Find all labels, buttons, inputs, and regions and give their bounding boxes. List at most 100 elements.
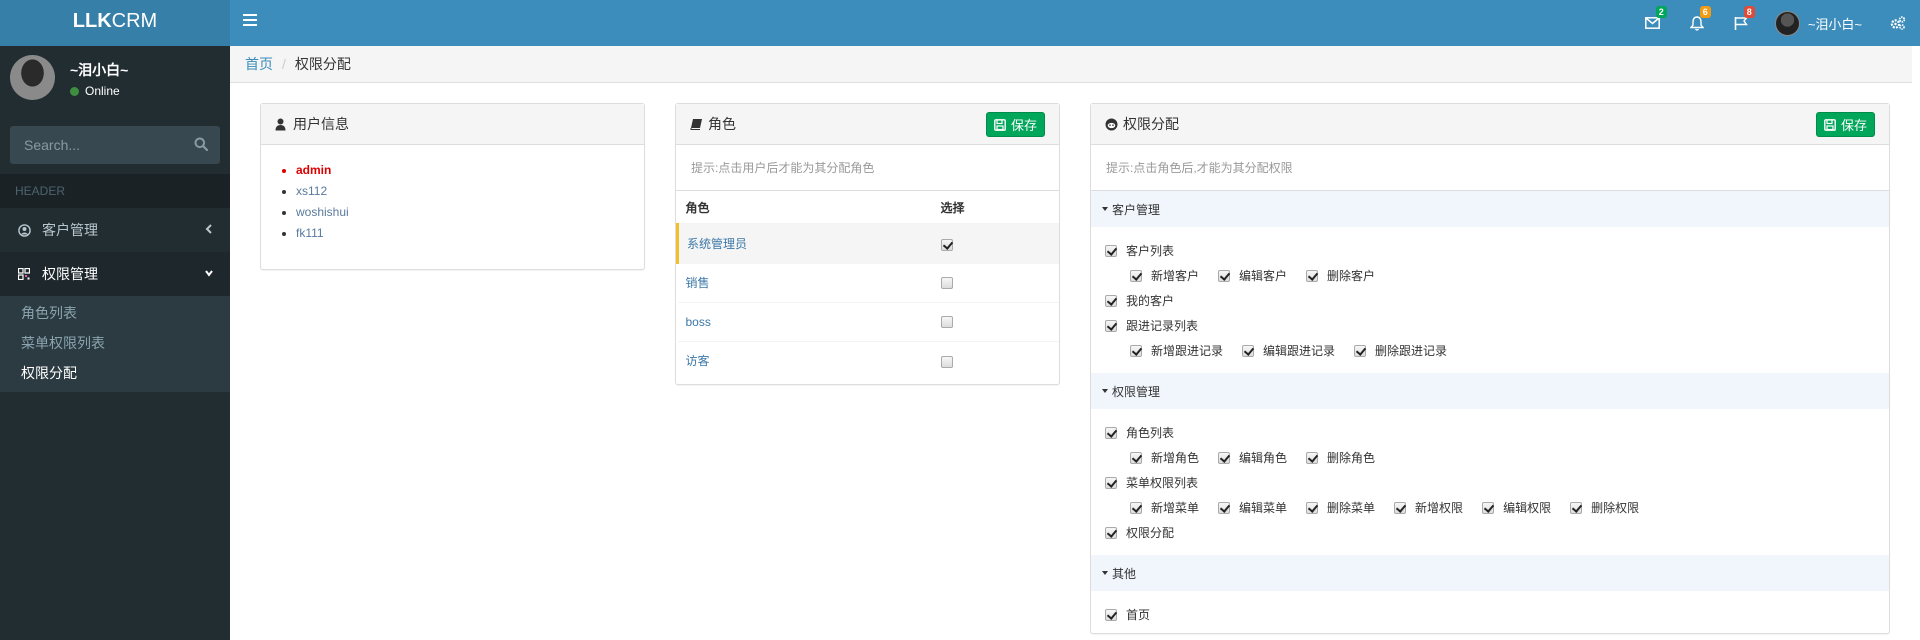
permission-checkbox[interactable]	[1218, 501, 1231, 514]
role-checkbox[interactable]	[940, 355, 953, 368]
permission-item[interactable]: 新增菜单	[1130, 499, 1199, 516]
permission-checkbox[interactable]	[1570, 501, 1583, 514]
permission-checkbox[interactable]	[1130, 501, 1142, 514]
permission-checkbox[interactable]	[1242, 344, 1255, 357]
permission-checkbox[interactable]	[1105, 244, 1117, 257]
permission-checkbox[interactable]	[1130, 269, 1142, 282]
breadcrumb-home-link[interactable]: 首页	[245, 54, 273, 74]
permission-item[interactable]: 新增客户	[1130, 267, 1199, 284]
permission-item[interactable]: 客户列表	[1105, 242, 1174, 259]
messages-button[interactable]: 2	[1631, 0, 1675, 46]
user-menu[interactable]: ~泪小白~	[1763, 0, 1876, 46]
permission-checkbox[interactable]	[1105, 608, 1117, 621]
caret-down-icon	[1102, 207, 1108, 211]
permission-checkbox[interactable]	[1130, 451, 1142, 464]
permission-item[interactable]: 新增跟进记录	[1130, 342, 1223, 359]
role-name[interactable]: 系统管理员	[676, 223, 933, 263]
save-roles-button[interactable]: 保存	[985, 112, 1045, 137]
notifications-button[interactable]: 6	[1675, 0, 1719, 46]
permission-panel: 权限分配 保存 提示:点击角色后,才能为其分配权限 客户管理 客户列表 新增客户 编辑…	[1090, 103, 1890, 634]
sidebar-section-header: HEADER	[0, 174, 230, 208]
user-icon	[275, 118, 288, 131]
permission-checkbox[interactable]	[1105, 476, 1117, 489]
permission-item[interactable]: 角色列表	[1105, 424, 1174, 441]
control-sidebar-button[interactable]	[1876, 0, 1920, 46]
permission-group-header[interactable]: 其他	[1091, 555, 1889, 591]
user-list-item[interactable]: admin	[296, 160, 644, 181]
role-select-cell	[932, 340, 1059, 380]
permission-item[interactable]: 删除权限	[1570, 499, 1639, 516]
permission-checkbox[interactable]	[1354, 344, 1367, 357]
permission-group-header[interactable]: 权限管理	[1091, 373, 1889, 409]
sidebar-item-role-list[interactable]: 角色列表	[0, 298, 230, 328]
table-row[interactable]: boss	[677, 301, 1059, 341]
permission-checkbox[interactable]	[1105, 319, 1117, 332]
permission-item[interactable]: 新增权限	[1394, 499, 1463, 516]
role-name[interactable]: 访客	[677, 340, 933, 380]
permission-checkbox[interactable]	[1218, 451, 1231, 464]
user-list-item[interactable]: xs112	[296, 181, 644, 202]
panel-heading: 用户信息	[261, 104, 644, 145]
role-name[interactable]: boss	[677, 301, 933, 341]
permission-item[interactable]: 删除菜单	[1306, 499, 1375, 516]
user-list-item[interactable]: fk111	[296, 223, 644, 244]
permission-item[interactable]: 删除跟进记录	[1354, 342, 1447, 359]
sidebar-item-permission-management[interactable]: 权限管理	[0, 252, 230, 296]
permission-item[interactable]: 跟进记录列表	[1105, 317, 1198, 334]
permission-checkbox[interactable]	[1306, 501, 1319, 514]
save-permissions-button[interactable]: 保存	[1815, 112, 1875, 137]
role-checkbox[interactable]	[940, 277, 953, 290]
permission-checkbox[interactable]	[1218, 269, 1231, 282]
roles-table: 角色 选择 系统管理员 销售 boss 访客	[676, 191, 1059, 380]
permission-row: 权限分配	[1105, 520, 1875, 545]
table-row[interactable]: 访客	[677, 340, 1059, 380]
permission-item[interactable]: 编辑角色	[1218, 449, 1287, 466]
permission-item[interactable]: 我的客户	[1105, 292, 1174, 309]
permission-item[interactable]: 权限分配	[1105, 524, 1174, 541]
search-input[interactable]	[10, 126, 220, 164]
table-row[interactable]: 销售	[677, 262, 1059, 302]
role-name[interactable]: 销售	[677, 262, 933, 302]
sidebar-item-menu-permission-list[interactable]: 菜单权限列表	[0, 328, 230, 358]
permission-label: 编辑跟进记录	[1263, 344, 1336, 358]
permission-group-title: 客户管理	[1112, 202, 1161, 217]
sidebar: ~泪小白~ Online HEADER 客户管理 权限管理 角色列表 菜单权限列…	[0, 46, 230, 640]
permission-row: 角色列表	[1105, 420, 1875, 445]
role-checkbox[interactable]	[940, 238, 953, 251]
panel-heading: 权限分配 保存	[1091, 104, 1889, 145]
permission-checkbox[interactable]	[1394, 501, 1407, 514]
permission-checkbox[interactable]	[1105, 526, 1117, 539]
search-button[interactable]	[194, 137, 210, 153]
permission-checkbox[interactable]	[1306, 269, 1319, 282]
sidebar-toggle-button[interactable]	[243, 14, 257, 28]
role-checkbox[interactable]	[940, 316, 953, 329]
save-label: 保存	[1010, 118, 1037, 133]
permission-checkbox[interactable]	[1105, 426, 1117, 439]
permission-item[interactable]: 删除客户	[1306, 267, 1375, 284]
permission-checkbox[interactable]	[1306, 451, 1319, 464]
sidebar-item-label: 权限管理	[42, 266, 98, 282]
permission-label: 编辑角色	[1239, 451, 1288, 465]
permission-checkbox[interactable]	[1482, 501, 1495, 514]
sidebar-item-customer-management[interactable]: 客户管理	[0, 208, 230, 252]
logo[interactable]: LLKCRM	[0, 0, 230, 46]
permission-item[interactable]: 编辑跟进记录	[1242, 342, 1335, 359]
sidebar-search	[10, 126, 220, 164]
permission-checkbox[interactable]	[1130, 344, 1142, 357]
permission-item[interactable]: 首页	[1105, 606, 1150, 623]
permission-group-header[interactable]: 客户管理	[1091, 191, 1889, 227]
sidebar-item-permission-assign[interactable]: 权限分配	[0, 358, 230, 388]
permission-item[interactable]: 编辑客户	[1218, 267, 1287, 284]
permission-item[interactable]: 删除角色	[1306, 449, 1375, 466]
tasks-button[interactable]: 8	[1719, 0, 1763, 46]
permission-group-body: 客户列表新增客户 编辑客户 删除客户我的客户跟进记录列表新增跟进记录 编辑跟进记录 删除…	[1091, 227, 1889, 373]
user-list-item[interactable]: woshishui	[296, 202, 644, 223]
permission-label: 编辑客户	[1239, 269, 1288, 283]
permission-row: 跟进记录列表	[1105, 313, 1875, 338]
permission-item[interactable]: 新增角色	[1130, 449, 1199, 466]
permission-item[interactable]: 菜单权限列表	[1105, 474, 1198, 491]
permission-checkbox[interactable]	[1105, 294, 1117, 307]
permission-item[interactable]: 编辑权限	[1482, 499, 1551, 516]
table-row[interactable]: 系统管理员	[676, 223, 1059, 263]
permission-item[interactable]: 编辑菜单	[1218, 499, 1287, 516]
